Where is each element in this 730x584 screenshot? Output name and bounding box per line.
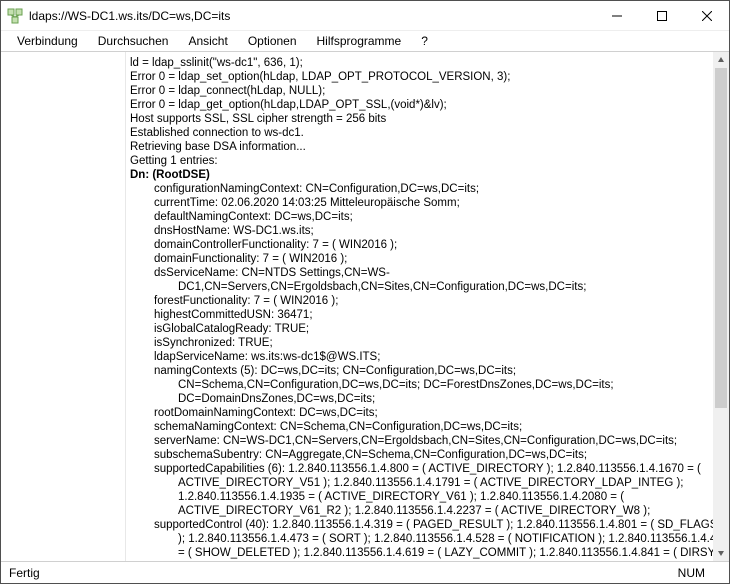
app-icon [1, 8, 29, 24]
output-line: subschemaSubentry: CN=Aggregate,CN=Schem… [130, 448, 709, 462]
output-line-dn: Dn: (RootDSE) [130, 168, 709, 182]
output-line: domainFunctionality: 7 = ( WIN2016 ); [130, 252, 709, 266]
output-line: CN=Schema,CN=Configuration,DC=ws,DC=its;… [130, 378, 709, 392]
scroll-track[interactable] [713, 68, 729, 545]
output-line: schemaNamingContext: CN=Schema,CN=Config… [130, 420, 709, 434]
output-line: dsServiceName: CN=NTDS Settings,CN=WS- [130, 266, 709, 280]
output-line: supportedControl (40): 1.2.840.113556.1.… [130, 518, 709, 532]
output-line: Error 0 = ldap_get_option(hLdap,LDAP_OPT… [130, 98, 709, 112]
output-line: DC1,CN=Servers,CN=Ergoldsbach,CN=Sites,C… [130, 280, 709, 294]
output-line: dnsHostName: WS-DC1.ws.its; [130, 224, 709, 238]
output-line: namingContexts (5): DC=ws,DC=its; CN=Con… [130, 364, 709, 378]
tree-pane[interactable] [1, 52, 126, 561]
output-line: ACTIVE_DIRECTORY_V51 ); 1.2.840.113556.1… [130, 476, 709, 490]
output-line: currentTime: 02.06.2020 14:03:25 Mittele… [130, 196, 709, 210]
maximize-button[interactable] [639, 1, 684, 30]
scroll-up-icon[interactable] [713, 52, 729, 68]
output-line: ldapServiceName: ws.its:ws-dc1$@WS.ITS; [130, 350, 709, 364]
app-window: ldaps://WS-DC1.ws.its/DC=ws,DC=its Verbi… [0, 0, 730, 584]
menu-hilfsprogramme[interactable]: Hilfsprogramme [309, 33, 410, 49]
content-area: ld = ldap_sslinit("ws-dc1", 636, 1); Err… [1, 51, 729, 561]
output-line: isSynchronized: TRUE; [130, 336, 709, 350]
scroll-down-icon[interactable] [713, 545, 729, 561]
output-line: configurationNamingContext: CN=Configura… [130, 182, 709, 196]
menu-verbindung[interactable]: Verbindung [9, 33, 86, 49]
window-title: ldaps://WS-DC1.ws.its/DC=ws,DC=its [29, 9, 594, 23]
output-line: supportedCapabilities (6): 1.2.840.11355… [130, 462, 709, 476]
menu-ansicht[interactable]: Ansicht [180, 33, 235, 49]
scroll-thumb[interactable] [715, 68, 727, 408]
output-line: defaultNamingContext: DC=ws,DC=its; [130, 210, 709, 224]
output-line: ); 1.2.840.113556.1.4.473 = ( SORT ); 1.… [130, 532, 709, 546]
output-line: forestFunctionality: 7 = ( WIN2016 ); [130, 294, 709, 308]
menu-optionen[interactable]: Optionen [240, 33, 305, 49]
output-line: ACTIVE_DIRECTORY_V61_R2 ); 1.2.840.11355… [130, 504, 709, 518]
menubar: Verbindung Durchsuchen Ansicht Optionen … [1, 31, 729, 51]
vertical-scrollbar[interactable] [713, 52, 729, 561]
output-line: = ( SHOW_DELETED ); 1.2.840.113556.1.4.6… [130, 546, 709, 560]
menu-help[interactable]: ? [413, 33, 436, 49]
status-numlock: NUM [678, 566, 721, 580]
window-controls [594, 1, 729, 30]
output-line: highestCommittedUSN: 36471; [130, 308, 709, 322]
output-line: isGlobalCatalogReady: TRUE; [130, 322, 709, 336]
output-pane: ld = ldap_sslinit("ws-dc1", 636, 1); Err… [126, 52, 729, 561]
output-line: Host supports SSL, SSL cipher strength =… [130, 112, 709, 126]
statusbar: Fertig NUM [1, 561, 729, 583]
close-button[interactable] [684, 1, 729, 30]
output-line: Established connection to ws-dc1. [130, 126, 709, 140]
output-line: rootDomainNamingContext: DC=ws,DC=its; [130, 406, 709, 420]
output-line: Error 0 = ldap_set_option(hLdap, LDAP_OP… [130, 70, 709, 84]
output-line: Retrieving base DSA information... [130, 140, 709, 154]
output-text[interactable]: ld = ldap_sslinit("ws-dc1", 636, 1); Err… [126, 52, 713, 561]
menu-durchsuchen[interactable]: Durchsuchen [90, 33, 177, 49]
output-line: ld = ldap_sslinit("ws-dc1", 636, 1); [130, 56, 709, 70]
minimize-button[interactable] [594, 1, 639, 30]
output-line: domainControllerFunctionality: 7 = ( WIN… [130, 238, 709, 252]
titlebar: ldaps://WS-DC1.ws.its/DC=ws,DC=its [1, 1, 729, 31]
output-line: DC=DomainDnsZones,DC=ws,DC=its; [130, 392, 709, 406]
output-line: Error 0 = ldap_connect(hLdap, NULL); [130, 84, 709, 98]
output-line: serverName: CN=WS-DC1,CN=Servers,CN=Ergo… [130, 434, 709, 448]
status-left: Fertig [9, 566, 678, 580]
output-line: 1.2.840.113556.1.4.1935 = ( ACTIVE_DIREC… [130, 490, 709, 504]
output-line: Getting 1 entries: [130, 154, 709, 168]
